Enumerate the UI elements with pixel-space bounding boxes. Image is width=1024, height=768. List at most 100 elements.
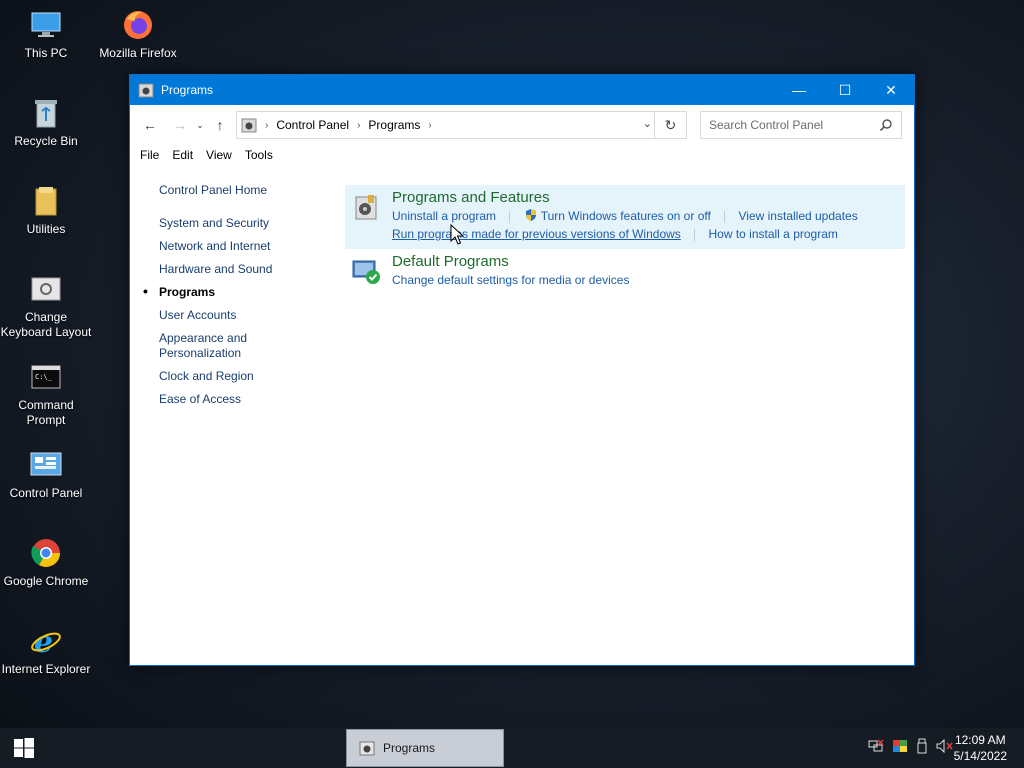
arrow-right-icon: → [173, 117, 187, 133]
category-default-programs: Default Programs Change default settings… [345, 249, 905, 313]
desktop-icon-label: Control Panel [9, 486, 83, 500]
taskbar-item-label: Programs [383, 741, 436, 755]
desktop-icon-chrome[interactable]: Google Chrome [0, 536, 94, 589]
chevron-right-icon: › [265, 119, 269, 131]
sidebar-item-user-accounts[interactable]: User Accounts [159, 308, 339, 323]
sidebar-item-ease-of-access[interactable]: Ease of Access [159, 392, 339, 407]
volume-muted-icon[interactable] [936, 738, 954, 756]
recycle-bin-icon [29, 96, 63, 130]
category-title[interactable]: Programs and Features [392, 189, 905, 207]
svg-text:C:\_: C:\_ [35, 373, 53, 381]
clock[interactable]: 12:09 AM 5/14/2022 [954, 732, 1007, 764]
chevron-down-icon: ⌄ [196, 119, 204, 130]
search-icon [879, 119, 892, 132]
sidebar: Control Panel Home System and Security N… [143, 183, 339, 415]
desktop-icon-label: Mozilla Firefox [99, 46, 177, 60]
minimize-button[interactable]: — [776, 75, 822, 105]
sidebar-item-appearance-and-personalization[interactable]: Appearance and Personalization [159, 331, 259, 361]
category-programs-and-features: Programs and Features Uninstall a progra… [345, 185, 905, 249]
category-title[interactable]: Default Programs [392, 253, 905, 271]
search-box[interactable]: Search Control Panel [700, 111, 902, 139]
desktop-icon-label: Utilities [26, 222, 66, 236]
folder-icon [29, 184, 63, 218]
forward-button[interactable]: → [168, 113, 192, 137]
command-prompt-icon: C:\_ [29, 360, 63, 394]
color-app-icon[interactable] [892, 739, 908, 756]
desktop-icon-keyboard-layout[interactable]: Change Keyboard Layout [0, 272, 94, 340]
link-run-older-programs[interactable]: Run programs made for previous versions … [392, 227, 681, 241]
menu-bar: File Edit View Tools [130, 145, 914, 165]
desktop-icon-label: Recycle Bin [14, 134, 78, 148]
window-title: Programs [161, 83, 214, 97]
recent-locations-button[interactable]: ⌄ [192, 113, 208, 137]
shield-icon [525, 209, 536, 221]
keyboard-settings-icon [29, 272, 63, 306]
refresh-button[interactable]: ↻ [654, 112, 686, 138]
desktop-icon-command-prompt[interactable]: C:\_ Command Prompt [0, 360, 94, 428]
close-button[interactable]: ✕ [868, 75, 914, 105]
chevron-right-icon: › [357, 119, 361, 131]
desktop-icon-utilities[interactable]: Utilities [0, 184, 94, 237]
desktop-icon-firefox[interactable]: Mozilla Firefox [90, 8, 186, 61]
link-divider [694, 228, 696, 241]
system-tray [868, 738, 954, 757]
breadcrumb-control-panel[interactable]: Control Panel [276, 118, 349, 132]
sidebar-item-clock-and-region[interactable]: Clock and Region [159, 369, 339, 384]
sidebar-item-hardware-and-sound[interactable]: Hardware and Sound [159, 262, 339, 277]
link-uninstall-program[interactable]: Uninstall a program [392, 209, 496, 223]
menu-view[interactable]: View [206, 148, 232, 162]
chrome-icon [29, 536, 63, 570]
link-divider [724, 210, 726, 223]
maximize-button[interactable]: ☐ [822, 75, 868, 105]
usb-device-icon[interactable] [916, 738, 928, 757]
up-button[interactable]: ↑ [208, 113, 232, 137]
menu-file[interactable]: File [140, 148, 159, 162]
desktop-icon-label: Internet Explorer [1, 662, 91, 676]
link-change-default-settings[interactable]: Change default settings for media or dev… [392, 273, 629, 287]
desktop-icon-this-pc[interactable]: This PC [0, 8, 94, 61]
control-panel-location-icon [241, 118, 257, 133]
link-divider [509, 210, 511, 223]
windows-logo-icon [14, 738, 34, 758]
programs-window: Programs — ☐ ✕ ← → ⌄ ↑ › Control Panel ›… [129, 74, 915, 666]
refresh-icon: ↻ [664, 116, 677, 133]
programs-icon [359, 741, 375, 756]
programs-and-features-icon [355, 195, 377, 220]
sidebar-item-system-and-security[interactable]: System and Security [159, 216, 339, 231]
taskbar-item-programs[interactable]: Programs [346, 729, 504, 767]
desktop-icon-recycle-bin[interactable]: Recycle Bin [0, 96, 94, 149]
network-icon[interactable] [868, 739, 884, 756]
desktop-icon-label: Change Keyboard Layout [0, 310, 92, 339]
firefox-icon [121, 8, 155, 42]
sidebar-item-programs[interactable]: Programs [143, 284, 339, 300]
link-view-installed-updates[interactable]: View installed updates [739, 209, 858, 223]
address-dropdown-button[interactable]: ⌄ [643, 117, 652, 130]
desktop-icon-control-panel[interactable]: Control Panel [0, 448, 94, 501]
desktop-icon-internet-explorer[interactable]: e Internet Explorer [0, 624, 94, 677]
internet-explorer-icon: e [29, 624, 63, 658]
chevron-right-icon: › [428, 119, 432, 131]
desktop-icon-label: Command Prompt [18, 398, 74, 427]
clock-date: 5/14/2022 [953, 749, 1007, 763]
control-panel-icon [29, 448, 63, 482]
address-bar[interactable]: › Control Panel › Programs › ⌄ ↻ [236, 111, 687, 139]
search-input-placeholder: Search Control Panel [709, 118, 824, 132]
taskbar: Programs 12:09 AM 5/14/2022 [0, 728, 1024, 768]
mouse-cursor-icon [450, 224, 464, 245]
link-how-to-install[interactable]: How to install a program [708, 227, 837, 241]
link-turn-windows-features[interactable]: Turn Windows features on or off [541, 209, 711, 223]
main-content: Programs and Features Uninstall a progra… [345, 185, 905, 313]
breadcrumb-programs[interactable]: Programs [368, 118, 420, 132]
arrow-up-icon: ↑ [216, 117, 224, 133]
sidebar-item-network-and-internet[interactable]: Network and Internet [159, 239, 339, 254]
start-button[interactable] [0, 728, 48, 768]
programs-icon [138, 83, 154, 98]
clock-time: 12:09 AM [954, 733, 1006, 747]
sidebar-item-control-panel-home[interactable]: Control Panel Home [159, 183, 339, 198]
title-bar[interactable]: Programs — ☐ ✕ [130, 75, 914, 105]
menu-edit[interactable]: Edit [172, 148, 193, 162]
default-programs-icon [352, 260, 380, 284]
menu-tools[interactable]: Tools [245, 148, 273, 162]
back-button[interactable]: ← [138, 113, 162, 137]
desktop-icon-label: This PC [24, 46, 68, 60]
